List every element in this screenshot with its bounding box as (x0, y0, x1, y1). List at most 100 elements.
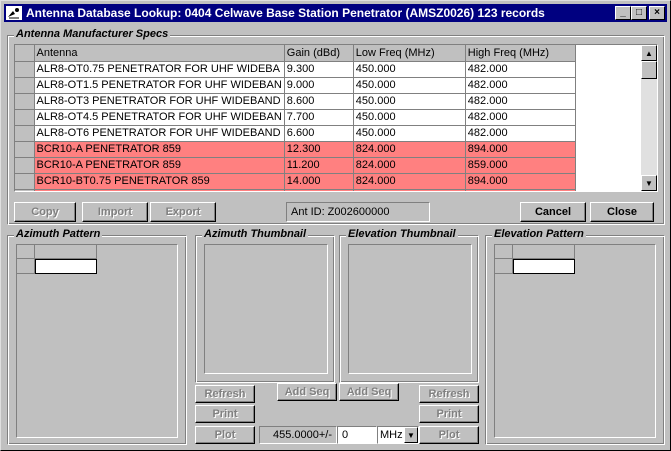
cell-low-freq[interactable]: 450.000 (353, 77, 466, 94)
cell-gain[interactable]: 13.500 (284, 189, 354, 191)
azimuth-refresh-button[interactable]: Refresh (195, 385, 255, 403)
row-selector[interactable] (15, 109, 35, 126)
elevation-refresh-button[interactable]: Refresh (419, 385, 479, 403)
cell-high-freq[interactable]: 894.000 (465, 173, 576, 190)
table-row[interactable]: ALR8-OT3 PENETRATOR FOR UHF WIDEBAND 8.60… (15, 93, 576, 110)
cell-gain[interactable]: 14.000 (284, 173, 354, 190)
cell-antenna[interactable]: ALR8-OT0.75 PENETRATOR FOR UHF WIDEBA (34, 61, 285, 78)
table-row[interactable]: ALR8-OT0.75 PENETRATOR FOR UHF WIDEBA 9.3… (15, 61, 576, 78)
ant-id-field: Ant ID: Z002600000 (286, 202, 430, 222)
column-header-antenna[interactable]: Antenna (34, 45, 285, 62)
azimuth-pattern-grid[interactable] (16, 244, 178, 438)
cell-gain[interactable]: 9.000 (284, 77, 354, 94)
row-selector[interactable] (15, 141, 35, 158)
cell-low-freq[interactable]: 824.000 (353, 173, 466, 190)
cell-antenna[interactable]: BCR10-A PENETRATOR 859 (34, 141, 285, 158)
elevation-add-seq-button[interactable]: Add Seq (339, 383, 399, 401)
cell-antenna[interactable]: BCR10-BT2 PENETRATOR 859 (34, 189, 285, 191)
table-row[interactable]: ALR8-OT1.5 PENETRATOR FOR UHF WIDEBAN 9.0… (15, 77, 576, 94)
cell-high-freq[interactable]: 482.000 (465, 93, 576, 110)
scroll-down-icon[interactable]: ▼ (641, 175, 657, 191)
row-selector[interactable] (15, 157, 35, 174)
cell-antenna[interactable]: ALR8-OT1.5 PENETRATOR FOR UHF WIDEBAN (34, 77, 285, 94)
import-button[interactable]: Import (82, 202, 148, 222)
cell-gain[interactable]: 11.200 (284, 157, 354, 174)
satellite-antenna-icon (6, 6, 22, 20)
cell-gain[interactable]: 6.600 (284, 125, 354, 142)
cell-high-freq[interactable]: 894.000 (465, 141, 576, 158)
table-row[interactable]: ALR8-OT4.5 PENETRATOR FOR UHF WIDEBAN 7.7… (15, 109, 576, 126)
cell-low-freq[interactable]: 450.000 (353, 109, 466, 126)
column-header-high-freq[interactable]: High Freq (MHz) (465, 45, 576, 62)
azimuth-add-seq-button[interactable]: Add Seq (277, 383, 337, 401)
cell-high-freq[interactable]: 482.000 (465, 109, 576, 126)
specs-scrollbar[interactable]: ▲ ▼ (641, 45, 657, 191)
specs-grid[interactable]: Antenna Gain (dBd) Low Freq (MHz) High F… (14, 44, 658, 192)
title-bar[interactable]: Antenna Database Lookup: 0404 Celwave Ba… (4, 4, 667, 22)
grid-row-header[interactable] (495, 259, 513, 274)
cell-antenna[interactable]: ALR8-OT6 PENETRATOR FOR UHF WIDEBAND (34, 125, 285, 142)
table-row[interactable]: BCR10-A PENETRATOR 859 12.300 824.000 894.0… (15, 141, 576, 158)
table-row[interactable]: BCR10-BT0.75 PENETRATOR 859 14.000 824.000… (15, 173, 576, 190)
cell-antenna[interactable]: ALR8-OT4.5 PENETRATOR FOR UHF WIDEBAN (34, 109, 285, 126)
cell-low-freq[interactable]: 824.000 (353, 189, 466, 191)
cell-high-freq[interactable]: 482.000 (465, 125, 576, 142)
grid-edit-cell[interactable] (35, 259, 97, 274)
table-row[interactable]: ALR8-OT6 PENETRATOR FOR UHF WIDEBAND 6.60… (15, 125, 576, 142)
frequency-unit-select[interactable]: MHz ▼ (377, 426, 419, 444)
azimuth-print-button[interactable]: Print (195, 405, 255, 423)
scroll-up-icon[interactable]: ▲ (641, 45, 657, 61)
cell-antenna[interactable]: ALR8-OT3 PENETRATOR FOR UHF WIDEBAND (34, 93, 285, 110)
elevation-print-button[interactable]: Print (419, 405, 479, 423)
cell-gain[interactable]: 8.600 (284, 93, 354, 110)
row-selector[interactable] (15, 173, 35, 190)
column-header-gain[interactable]: Gain (dBd) (284, 45, 354, 62)
close-button[interactable]: Close (590, 202, 654, 222)
elevation-plot-button[interactable]: Plot (419, 426, 479, 444)
specs-group: Antenna Manufacturer Specs Antenna Gain … (7, 28, 665, 225)
cell-antenna[interactable]: BCR10-BT0.75 PENETRATOR 859 (34, 173, 285, 190)
elevation-thumbnail-label: Elevation Thumbnail (346, 228, 458, 240)
row-selector[interactable] (15, 125, 35, 142)
elevation-pattern-grid[interactable] (494, 244, 656, 438)
cancel-button[interactable]: Cancel (520, 202, 586, 222)
cell-gain[interactable]: 12.300 (284, 141, 354, 158)
grid-header-cell[interactable] (35, 245, 97, 259)
cell-high-freq[interactable]: 482.000 (465, 77, 576, 94)
table-row[interactable]: BCR10-BT2 PENETRATOR 85913.500824.000894… (15, 189, 576, 191)
azimuth-thumbnail-view (204, 244, 328, 374)
specs-header-row: Antenna Gain (dBd) Low Freq (MHz) High F… (15, 45, 576, 62)
cell-low-freq[interactable]: 824.000 (353, 157, 466, 174)
frequency-center-readout: 455.0000+/- (259, 426, 337, 444)
chevron-down-icon[interactable]: ▼ (404, 427, 418, 443)
cell-antenna[interactable]: BCR10-A PENETRATOR 859 (34, 157, 285, 174)
column-header-low-freq[interactable]: Low Freq (MHz) (353, 45, 466, 62)
export-button[interactable]: Export (150, 202, 216, 222)
cell-high-freq[interactable]: 482.000 (465, 61, 576, 78)
cell-high-freq[interactable]: 894.000 (465, 189, 576, 191)
scroll-thumb[interactable] (641, 61, 657, 79)
cell-low-freq[interactable]: 824.000 (353, 141, 466, 158)
row-selector[interactable] (15, 61, 35, 78)
close-window-button[interactable]: × (649, 6, 665, 20)
cell-low-freq[interactable]: 450.000 (353, 61, 466, 78)
grid-row-header[interactable] (17, 259, 35, 274)
copy-button[interactable]: Copy (14, 202, 76, 222)
cell-high-freq[interactable]: 859.000 (465, 157, 576, 174)
grid-header-cell[interactable] (513, 245, 575, 259)
elevation-thumbnail-view (348, 244, 472, 374)
row-selector[interactable] (15, 77, 35, 94)
cell-gain[interactable]: 7.700 (284, 109, 354, 126)
azimuth-plot-button[interactable]: Plot (195, 426, 255, 444)
minimize-button[interactable]: _ (615, 6, 631, 20)
maximize-button[interactable]: □ (631, 6, 647, 20)
row-selector[interactable] (15, 189, 35, 191)
cell-low-freq[interactable]: 450.000 (353, 125, 466, 142)
row-selector[interactable] (15, 93, 35, 110)
azimuth-thumbnail-label: Azimuth Thumbnail (202, 228, 309, 240)
frequency-tolerance-input[interactable]: 0 (337, 426, 377, 444)
table-row[interactable]: BCR10-A PENETRATOR 859 11.200 824.000 859.0… (15, 157, 576, 174)
cell-gain[interactable]: 9.300 (284, 61, 354, 78)
grid-edit-cell[interactable] (513, 259, 575, 274)
cell-low-freq[interactable]: 450.000 (353, 93, 466, 110)
